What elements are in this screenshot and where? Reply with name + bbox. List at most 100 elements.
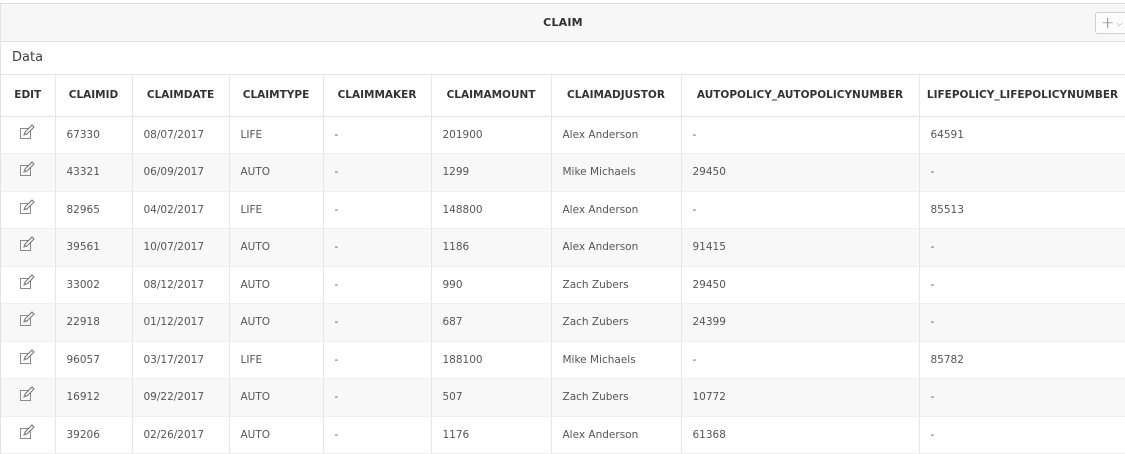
cell-claimamount: 1176: [431, 416, 552, 454]
cell-claimtype: AUTO: [229, 228, 324, 267]
edit-pencil-icon[interactable]: [19, 311, 35, 327]
table-header-row: EDIT CLAIMID CLAIMDATE CLAIMTYPE CLAIMMA…: [1, 75, 1125, 117]
cell-claimdate: 01/12/2017: [132, 303, 230, 342]
cell-claimid: 16912: [55, 378, 133, 417]
edit-pencil-icon[interactable]: [19, 424, 35, 440]
cell-claimdate: 10/07/2017: [132, 228, 230, 267]
edit-cell: [1, 303, 56, 342]
edit-pencil-icon[interactable]: [19, 199, 35, 215]
chevron-down-icon: ⌵: [1116, 19, 1123, 28]
cell-claimadjustor: Alex Anderson: [551, 228, 682, 267]
cell-claimid: 43321: [55, 153, 133, 192]
cell-claimamount: 201900: [431, 116, 552, 154]
column-header-claimadjustor[interactable]: CLAIMADJUSTOR: [551, 75, 682, 117]
table-row: 39206 02/26/2017 AUTO -1176 Alex Anderson 613…: [1, 416, 1125, 454]
cell-lifepolicy: -: [919, 378, 1125, 417]
edit-cell: [1, 228, 56, 267]
region-actions-menu-button[interactable]: + ⌵: [1095, 12, 1125, 34]
cell-claimamount: 148800: [431, 191, 552, 229]
cell-lifepolicy: 64591: [919, 116, 1125, 154]
cell-autopolicy: 24399: [681, 303, 920, 342]
cell-claimdate: 06/09/2017: [132, 153, 230, 192]
cell-claimadjustor: Zach Zubers: [551, 266, 682, 304]
column-header-claimdate[interactable]: CLAIMDATE: [132, 75, 230, 117]
cell-claimamount: 990: [431, 266, 552, 304]
cell-claimamount: 687: [431, 303, 552, 342]
cell-claimadjustor: Alex Anderson: [551, 191, 682, 229]
cell-claimdate: 08/12/2017: [132, 266, 230, 304]
cell-claimadjustor: Zach Zubers: [551, 303, 682, 342]
data-subheader: Data: [1, 42, 1125, 75]
cell-claimid: 33002: [55, 266, 133, 304]
cell-claimtype: AUTO: [229, 266, 324, 304]
cell-autopolicy: 61368: [681, 416, 920, 454]
cell-claimadjustor: Zach Zubers: [551, 378, 682, 417]
cell-claimmaker: -: [323, 153, 432, 192]
cell-claimmaker: -: [323, 341, 432, 379]
column-header-claimid[interactable]: CLAIMID: [55, 75, 133, 117]
table-row: 39561 10/07/2017 AUTO -1186 Alex Anderson 914…: [1, 228, 1125, 267]
cell-autopolicy: -: [681, 116, 920, 154]
cell-claimtype: LIFE: [229, 191, 324, 229]
cell-claimid: 82965: [55, 191, 133, 229]
cell-claimadjustor: Mike Michaels: [551, 341, 682, 379]
cell-lifepolicy: 85782: [919, 341, 1125, 379]
cell-claimtype: AUTO: [229, 153, 324, 192]
edit-pencil-icon[interactable]: [19, 386, 35, 402]
cell-lifepolicy: 85513: [919, 191, 1125, 229]
cell-lifepolicy: -: [919, 303, 1125, 342]
cell-claimamount: 1186: [431, 228, 552, 267]
cell-claimdate: 02/26/2017: [132, 416, 230, 454]
cell-claimdate: 03/17/2017: [132, 341, 230, 379]
cell-claimmaker: -: [323, 191, 432, 229]
cell-autopolicy: 91415: [681, 228, 920, 267]
edit-pencil-icon[interactable]: [19, 274, 35, 290]
edit-cell: [1, 378, 56, 417]
column-header-claimamount[interactable]: CLAIMAMOUNT: [431, 75, 552, 117]
cell-claimamount: 1299: [431, 153, 552, 192]
cell-claimamount: 188100: [431, 341, 552, 379]
cell-claimmaker: -: [323, 228, 432, 267]
cell-claimtype: LIFE: [229, 341, 324, 379]
edit-cell: [1, 116, 56, 154]
cell-claimtype: AUTO: [229, 378, 324, 417]
edit-pencil-icon[interactable]: [19, 161, 35, 177]
edit-pencil-icon[interactable]: [19, 236, 35, 252]
cell-autopolicy: -: [681, 191, 920, 229]
cell-claimtype: AUTO: [229, 303, 324, 342]
edit-cell: [1, 266, 56, 304]
cell-lifepolicy: -: [919, 416, 1125, 454]
cell-claimadjustor: Alex Anderson: [551, 116, 682, 154]
edit-cell: [1, 341, 56, 379]
column-header-lifepolicy[interactable]: LIFEPOLICY_LIFEPOLICYNUMBER: [919, 75, 1125, 117]
cell-autopolicy: -: [681, 341, 920, 379]
plus-icon: +: [1101, 13, 1115, 32]
region-header: CLAIM + ⌵: [1, 4, 1125, 42]
edit-cell: [1, 153, 56, 192]
edit-cell: [1, 191, 56, 229]
cell-claimid: 39206: [55, 416, 133, 454]
cell-claimmaker: -: [323, 303, 432, 342]
edit-pencil-icon[interactable]: [19, 349, 35, 365]
cell-claimmaker: -: [323, 416, 432, 454]
cell-claimid: 96057: [55, 341, 133, 379]
cell-claimdate: 04/02/2017: [132, 191, 230, 229]
column-header-claimmaker[interactable]: CLAIMMAKER: [323, 75, 432, 117]
column-header-claimtype[interactable]: CLAIMTYPE: [229, 75, 324, 117]
column-header-autopolicy[interactable]: AUTOPOLICY_AUTOPOLICYNUMBER: [681, 75, 920, 117]
edit-pencil-icon[interactable]: [19, 124, 35, 140]
table-row: 82965 04/02/2017 LIFE -148800 Alex Anderson -…: [1, 191, 1125, 229]
cell-claimdate: 09/22/2017: [132, 378, 230, 417]
cell-claimid: 39561: [55, 228, 133, 267]
cell-lifepolicy: -: [919, 266, 1125, 304]
cell-claimmaker: -: [323, 378, 432, 417]
column-header-edit[interactable]: EDIT: [1, 75, 56, 117]
cell-lifepolicy: -: [919, 153, 1125, 192]
cell-claimamount: 507: [431, 378, 552, 417]
cell-claimadjustor: Alex Anderson: [551, 416, 682, 454]
edit-cell: [1, 416, 56, 454]
table-row: 22918 01/12/2017 AUTO -687 Zach Zubers 24399-: [1, 303, 1125, 342]
cell-claimid: 67330: [55, 116, 133, 154]
cell-claimtype: AUTO: [229, 416, 324, 454]
cell-claimdate: 08/07/2017: [132, 116, 230, 154]
